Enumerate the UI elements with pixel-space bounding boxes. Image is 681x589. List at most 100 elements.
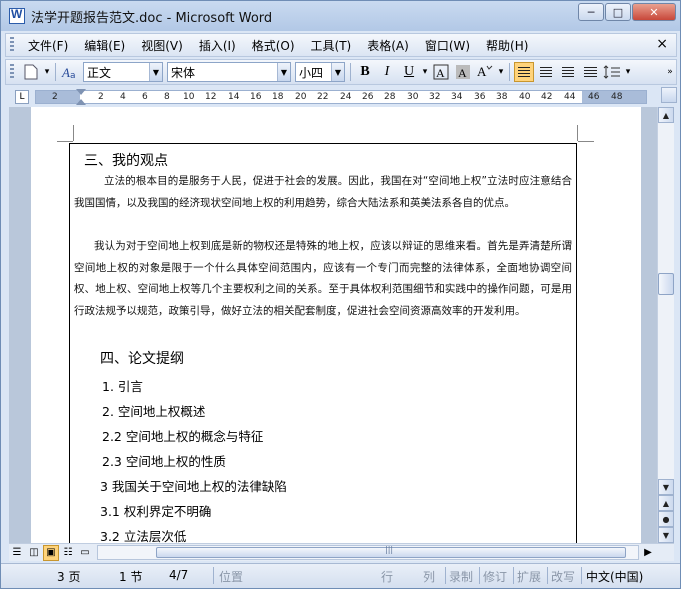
menu-help[interactable]: 帮助(H) <box>478 37 536 54</box>
hanging-indent-marker[interactable] <box>76 99 86 105</box>
crop-mark <box>578 141 594 142</box>
shading-char-icon[interactable]: A <box>453 62 473 82</box>
status-position: 位置 <box>219 570 244 584</box>
chevron-down-icon[interactable]: ▼ <box>277 63 290 81</box>
menu-file[interactable]: 文件(F) <box>20 37 76 54</box>
ruler-tick: 32 <box>429 92 441 102</box>
outline-item: 2.3 空间地上权的性质 <box>102 454 226 469</box>
new-document-icon[interactable] <box>21 62 41 82</box>
horizontal-scroll-bar: ☰ ◫ ▣ ☷ ▭ ▶ <box>9 543 674 561</box>
underline-button[interactable]: U <box>399 62 419 82</box>
svg-text:A: A <box>436 66 445 80</box>
align-lines <box>518 67 530 77</box>
align-center-icon[interactable] <box>536 62 556 82</box>
border-char-icon[interactable]: A <box>431 62 451 82</box>
close-button[interactable]: ✕ <box>632 3 676 21</box>
first-line-indent-marker[interactable] <box>76 89 86 95</box>
previous-page-button[interactable]: ▲ <box>658 495 674 511</box>
crop-mark <box>73 125 74 141</box>
section-heading: 三、我的观点 <box>84 153 168 169</box>
word-app-icon[interactable] <box>9 7 25 24</box>
chevron-down-icon[interactable]: ▼ <box>149 63 162 81</box>
window-controls: ─ □ ✕ <box>577 3 676 21</box>
status-language[interactable]: 中文(中国) <box>586 568 643 585</box>
ruler-tick: 38 <box>496 92 508 102</box>
status-overwrite-button[interactable]: 改写 <box>551 568 575 585</box>
reading-view-icon[interactable]: ▭ <box>77 545 93 561</box>
web-view-icon[interactable]: ◫ <box>26 545 42 561</box>
font-size-select-value: 小四 <box>299 65 324 80</box>
status-separator <box>513 567 514 584</box>
minimize-button[interactable]: ─ <box>578 3 604 21</box>
menu-window[interactable]: 窗口(W) <box>417 37 478 54</box>
italic-button[interactable]: I <box>377 62 397 82</box>
ruler-tick: 36 <box>474 92 486 102</box>
ruler-tick: 16 <box>250 92 262 102</box>
menu-format[interactable]: 格式(O) <box>244 37 303 54</box>
font-size-select[interactable]: 小四 ▼ <box>295 62 345 82</box>
next-page-button[interactable]: ▼ <box>658 527 674 543</box>
ruler-tick: 34 <box>451 92 463 102</box>
status-page: 3 页 <box>57 570 81 584</box>
status-extend-button[interactable]: 扩展 <box>517 568 541 585</box>
status-record-button[interactable]: 录制 <box>449 568 473 585</box>
status-separator <box>213 567 214 584</box>
highlight-icon[interactable]: A <box>475 62 495 82</box>
close-document-button[interactable]: × <box>656 36 668 52</box>
horizontal-ruler[interactable]: 2 2 4 6 8 10 12 14 16 18 20 22 24 26 28 … <box>35 89 647 105</box>
menu-view[interactable]: 视图(V) <box>133 37 191 54</box>
normal-view-icon[interactable]: ☰ <box>9 545 25 561</box>
style-select[interactable]: 正文 ▼ <box>83 62 163 82</box>
underline-dropdown-icon[interactable]: ▾ <box>421 62 429 82</box>
chevron-down-icon[interactable]: ▼ <box>331 63 344 81</box>
ruler-tick: 18 <box>272 92 284 102</box>
scroll-up-button[interactable]: ▲ <box>658 107 674 123</box>
ruler-tick: 2 <box>52 92 58 102</box>
horizontal-scroll-thumb[interactable] <box>156 545 626 558</box>
justify-icon[interactable] <box>580 62 600 82</box>
highlight-dropdown-icon[interactable]: ▾ <box>497 62 505 82</box>
svg-text:a: a <box>70 71 76 80</box>
vertical-scrollbar[interactable]: ▲ ▼ ▲ ● ▼ <box>657 107 674 543</box>
bold-button[interactable]: B <box>355 62 375 82</box>
vertical-scroll-thumb[interactable] <box>658 273 674 295</box>
ruler-tick: 28 <box>384 92 396 102</box>
line-spacing-dropdown-icon[interactable]: ▾ <box>624 62 632 82</box>
menu-grip-icon[interactable] <box>10 37 14 53</box>
align-lines <box>562 67 574 77</box>
toolbar-overflow-icon[interactable]: ▾ <box>43 62 51 82</box>
outline-view-icon[interactable]: ☷ <box>60 545 76 561</box>
scroll-down-button[interactable]: ▼ <box>658 479 674 495</box>
ruler-tick: 46 <box>588 92 600 102</box>
align-right-icon[interactable] <box>558 62 578 82</box>
menu-table[interactable]: 表格(A) <box>359 37 417 54</box>
outline-item: 1. 引言 <box>102 379 143 394</box>
ruler-tick: 20 <box>295 92 307 102</box>
maximize-button[interactable]: □ <box>605 3 631 21</box>
align-left-icon[interactable] <box>514 62 534 82</box>
status-separator <box>547 567 548 584</box>
browse-object-button[interactable]: ● <box>658 511 674 527</box>
print-layout-view-icon[interactable]: ▣ <box>43 544 59 561</box>
status-revise-button[interactable]: 修订 <box>483 568 507 585</box>
toolbar-grip-icon[interactable] <box>10 64 14 80</box>
menu-insert[interactable]: 插入(I) <box>191 37 244 54</box>
body-paragraph: 立法的根本目的是服务于人民，促进于社会的发展。因此，我国在对“空间地上权”立法时… <box>74 175 572 209</box>
ruler-tick: 10 <box>183 92 195 102</box>
style-icon[interactable]: Aa <box>60 62 80 82</box>
tab-selector-button[interactable]: L <box>15 90 29 104</box>
font-select[interactable]: 宋体 ▼ <box>167 62 291 82</box>
document-area: 三、我的观点 立法的根本目的是服务于人民，促进于社会的发展。因此，我国在对“空间… <box>9 107 657 543</box>
scroll-up-top-button[interactable] <box>661 87 677 103</box>
toolbar-options-icon[interactable]: » <box>665 62 675 82</box>
menu-tools[interactable]: 工具(T) <box>303 37 360 54</box>
text-box[interactable]: 三、我的观点 立法的根本目的是服务于人民，促进于社会的发展。因此，我国在对“空间… <box>69 143 577 543</box>
ruler-tick: 14 <box>228 92 240 102</box>
scroll-right-button[interactable]: ▶ <box>640 545 656 561</box>
line-spacing-icon[interactable] <box>602 62 622 82</box>
ruler-tick: 30 <box>407 92 419 102</box>
ruler-tick: 12 <box>205 92 217 102</box>
horizontal-scroll-track[interactable] <box>97 545 639 560</box>
document-page[interactable]: 三、我的观点 立法的根本目的是服务于人民，促进于社会的发展。因此，我国在对“空间… <box>31 107 641 543</box>
menu-edit[interactable]: 编辑(E) <box>76 37 133 54</box>
